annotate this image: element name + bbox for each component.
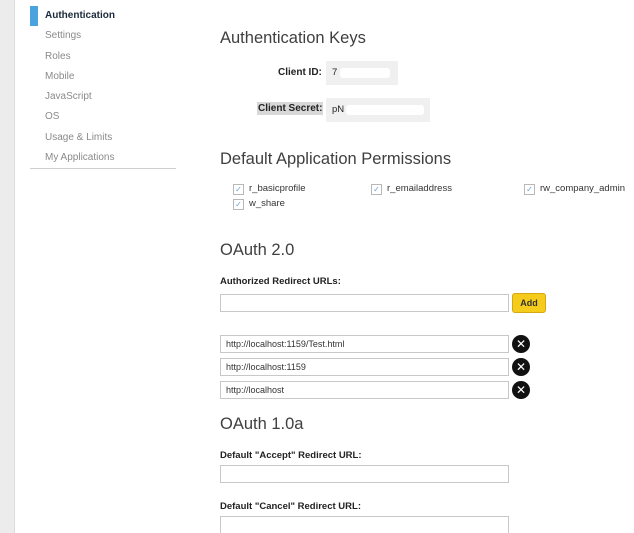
auth-keys-heading: Authentication Keys [220,29,366,47]
cancel-url-label: Default "Cancel" Redirect URL: [220,501,361,512]
permission-label: w_share [249,198,285,209]
close-circle-icon[interactable]: ✕ [512,335,530,353]
accept-url-input[interactable] [220,465,509,483]
close-circle-icon[interactable]: ✕ [512,381,530,399]
client-secret-label: Client Secret: [257,102,324,115]
close-circle-icon[interactable]: ✕ [512,358,530,376]
client-id-value: 7 [326,61,398,85]
sidebar-item-authentication[interactable]: Authentication [30,6,176,27]
checkmark-icon[interactable]: ✓ [233,184,244,195]
permissions-heading: Default Application Permissions [220,150,452,168]
redaction-mask [340,68,390,78]
client-id-text: 7 [332,67,338,78]
sidebar-item-javascript[interactable]: JavaScript [30,87,176,107]
sidebar-item-label: Settings [45,30,82,42]
permission-label: rw_company_admin [540,183,626,194]
redirect-url-field[interactable]: http://localhost:1159/Test.html [220,335,509,353]
permission-r-emailaddress[interactable]: ✓ r_emailaddress [371,183,452,195]
redirect-url-field[interactable]: http://localhost [220,381,509,399]
accept-url-label: Default "Accept" Redirect URL: [220,450,362,461]
redirect-url-field[interactable]: http://localhost:1159 [220,358,509,376]
redirect-urls-label: Authorized Redirect URLs: [220,276,341,287]
sidebar-item-my-applications[interactable]: My Applications [30,148,176,168]
left-gutter [0,0,15,533]
sidebar-item-roles[interactable]: Roles [30,47,176,67]
oauth1-heading: OAuth 1.0a [220,415,304,433]
redaction-mask [346,105,424,115]
sidebar-item-label: Usage & Limits [45,131,113,143]
permission-label: r_basicprofile [249,183,306,194]
sidebar-item-os[interactable]: OS [30,107,176,127]
permission-rw-company-admin[interactable]: ✓ rw_company_admin [524,183,625,195]
cancel-url-input[interactable] [220,516,509,533]
client-secret-text: pN [332,104,345,115]
permission-label: r_emailaddress [387,183,452,194]
sidebar-item-label: Authentication [45,10,115,21]
sidebar-nav: Authentication Settings Roles Mobile Jav… [30,6,176,170]
permission-w-share[interactable]: ✓ w_share [233,198,285,210]
sidebar-item-mobile[interactable]: Mobile [30,67,176,87]
sidebar-item-usage-limits[interactable]: Usage & Limits [30,128,176,148]
new-redirect-url-input[interactable] [220,294,509,312]
checkmark-icon[interactable]: ✓ [233,199,244,210]
sidebar-item-label: Mobile [45,70,75,82]
sidebar-item-settings[interactable]: Settings [30,26,176,46]
checkmark-icon[interactable]: ✓ [371,184,382,195]
client-secret-value: pN [326,98,430,122]
sidebar-item-label: OS [45,111,60,123]
sidebar-item-label: Roles [45,50,71,62]
checkmark-icon[interactable]: ✓ [524,184,535,195]
sidebar-item-label: My Applications [45,152,115,164]
client-id-label: Client ID: [278,67,322,78]
oauth2-heading: OAuth 2.0 [220,241,295,259]
permission-r-basicprofile[interactable]: ✓ r_basicprofile [233,183,306,195]
sidebar-item-label: JavaScript [45,91,92,103]
add-url-button[interactable]: Add [512,293,546,313]
